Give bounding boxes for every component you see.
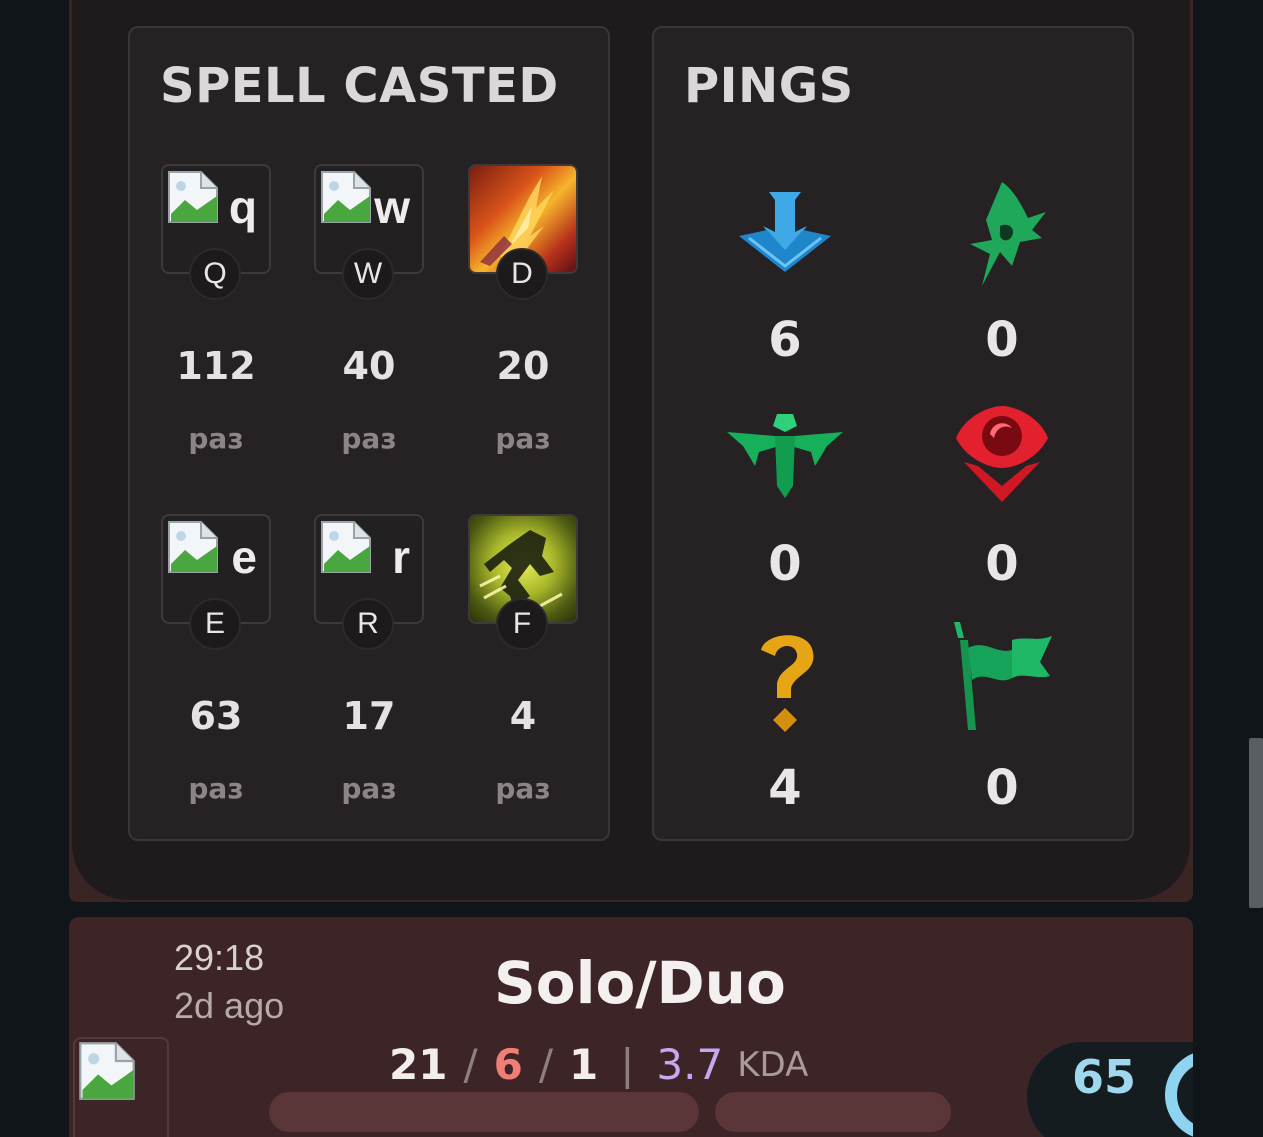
spell-cast-count: 20	[496, 344, 550, 388]
spell-f: F	[468, 514, 578, 650]
spell-w: w W	[314, 164, 424, 300]
spell-key-badge: F	[496, 598, 548, 650]
match-duration: 29:18	[174, 937, 265, 978]
score-ring-icon	[1165, 1050, 1193, 1137]
spell-cast-count: 63	[189, 694, 243, 738]
push-ping-icon	[937, 618, 1067, 738]
divider: |	[620, 1040, 635, 1089]
assists-count: 1	[569, 1040, 599, 1089]
spell-q: q Q	[161, 164, 271, 300]
spell-cast-unit: раз	[341, 422, 397, 455]
match-card[interactable]: 29:18 2d ago Solo/Duo 21 / 6 / 1 | 3.7 KDA 65	[69, 917, 1193, 1137]
item-bar	[269, 1092, 699, 1132]
broken-image-icon	[79, 1042, 135, 1100]
spell-cast-count: 17	[342, 694, 396, 738]
performance-score: 65	[1027, 1042, 1193, 1137]
spell-e: e E	[161, 514, 271, 650]
ping-count: 0	[985, 536, 1019, 592]
kda-line: 21 / 6 / 1 | 3.7 KDA	[389, 1037, 808, 1089]
spell-cast-unit: раз	[495, 772, 551, 805]
spell-cast-count: 4	[509, 694, 537, 738]
pings-panel: PINGS 6 0 0 0 4 0	[652, 26, 1134, 841]
slash-separator: /	[463, 1040, 478, 1089]
spell-key-badge: W	[342, 248, 394, 300]
spell-r: r R	[314, 514, 424, 650]
spell-alt-text: r	[392, 531, 410, 583]
spells-title: SPELL CASTED	[160, 58, 559, 114]
spell-alt-text: w	[374, 181, 410, 233]
kda-ratio: 3.7	[656, 1040, 724, 1089]
queue-type: Solo/Duo	[494, 949, 786, 1017]
kda-label: KDA	[737, 1044, 809, 1085]
on-my-way-ping-icon	[720, 174, 850, 294]
match-time-ago: 2d ago	[174, 985, 285, 1026]
champion-portrait	[73, 1037, 169, 1137]
spell-alt-text: e	[231, 531, 257, 583]
spell-key-badge: D	[496, 248, 548, 300]
spell-cast-unit: раз	[188, 772, 244, 805]
spell-cast-unit: раз	[495, 422, 551, 455]
need-vision-ping-icon	[720, 394, 850, 514]
spells-casted-panel: SPELL CASTED q Q w W D 112 40 20 раз раз…	[128, 26, 610, 841]
spell-alt-text: q	[228, 181, 257, 233]
spell-key-badge: Q	[189, 248, 241, 300]
ping-count: 6	[768, 312, 802, 368]
ping-count: 4	[768, 760, 802, 816]
assist-me-ping-icon	[937, 174, 1067, 294]
item-bar	[715, 1092, 951, 1132]
spell-d: D	[468, 164, 578, 300]
enemy-vision-ping-icon	[937, 394, 1067, 514]
spell-cast-count: 112	[176, 344, 256, 388]
scrollbar-thumb[interactable]	[1249, 738, 1263, 908]
spell-key-badge: E	[189, 598, 241, 650]
spell-cast-unit: раз	[188, 422, 244, 455]
ping-count: 0	[985, 312, 1019, 368]
slash-separator: /	[538, 1040, 553, 1089]
ping-count: 0	[985, 760, 1019, 816]
enemy-missing-ping-icon	[720, 618, 850, 738]
spell-cast-unit: раз	[341, 772, 397, 805]
pings-title: PINGS	[684, 58, 854, 114]
score-value: 65	[1072, 1050, 1137, 1104]
deaths-count: 6	[493, 1040, 523, 1089]
spell-cast-count: 40	[342, 344, 396, 388]
kills-count: 21	[389, 1040, 448, 1089]
spell-key-badge: R	[342, 598, 394, 650]
ping-count: 0	[768, 536, 802, 592]
